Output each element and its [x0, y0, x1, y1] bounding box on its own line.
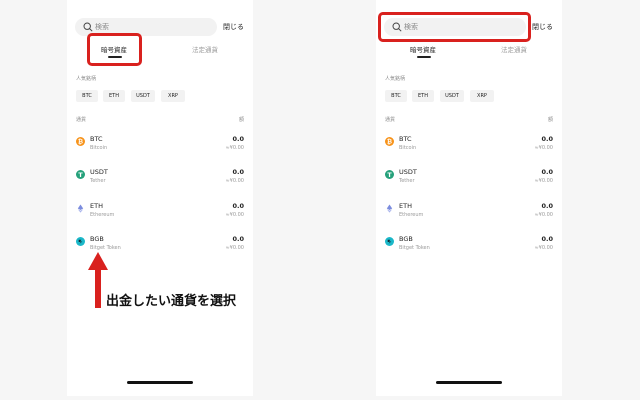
coin-fiat-value: ≈¥0.00: [534, 145, 553, 151]
coin-name: Bitcoin: [399, 145, 417, 151]
coin-name: Ethereum: [399, 212, 424, 218]
svg-text:₿: ₿: [387, 138, 392, 146]
bitcoin-icon: ₿: [385, 137, 394, 146]
coin-symbol: ETH: [90, 202, 103, 210]
coin-name: Bitcoin: [90, 145, 108, 151]
tether-icon: T: [385, 170, 394, 179]
coin-row-btc[interactable]: ₿ BTC Bitcoin 0.0 ≈¥0.00: [385, 135, 553, 155]
coin-symbol: BTC: [399, 135, 412, 143]
chip-btc[interactable]: BTC: [385, 90, 407, 102]
currency-column-label: 通貨: [385, 117, 396, 123]
svg-text:T: T: [387, 172, 392, 179]
list-header: 通貨 額: [76, 116, 244, 124]
coin-symbol: BGB: [399, 235, 413, 243]
tab-fiat[interactable]: 法定通貨: [192, 44, 218, 54]
coin-balance: 0.0: [541, 235, 553, 243]
coin-symbol: ETH: [399, 202, 412, 210]
coin-row-usdt[interactable]: T USDT Tether 0.0 ≈¥0.00: [385, 168, 553, 188]
home-indicator: [436, 381, 502, 384]
bitget-token-icon: [76, 237, 85, 246]
bitget-token-icon: [385, 237, 394, 246]
popular-label: 人気銘柄: [76, 76, 97, 82]
coin-symbol: USDT: [90, 168, 108, 176]
coin-fiat-value: ≈¥0.00: [534, 245, 553, 251]
up-arrow-icon: [88, 252, 108, 308]
close-button[interactable]: 閉じる: [223, 22, 244, 32]
chip-xrp[interactable]: XRP: [470, 90, 494, 102]
crypto-tab-highlight: [87, 33, 142, 66]
tab-crypto[interactable]: 暗号資産: [410, 44, 436, 54]
coin-name: Ethereum: [90, 212, 115, 218]
list-header: 通貨 額: [385, 116, 553, 124]
active-tab-indicator: [417, 56, 431, 58]
coin-symbol: USDT: [399, 168, 417, 176]
tether-icon: T: [76, 170, 85, 179]
chip-usdt[interactable]: USDT: [131, 90, 155, 102]
search-icon: [83, 22, 93, 32]
chip-eth[interactable]: ETH: [412, 90, 434, 102]
home-indicator: [127, 381, 193, 384]
coin-symbol: BGB: [90, 235, 104, 243]
bitcoin-icon: ₿: [76, 137, 85, 146]
ethereum-icon: [77, 204, 84, 213]
ethereum-icon: [386, 204, 393, 213]
coin-name: Bitget Token: [399, 245, 430, 251]
chip-eth[interactable]: ETH: [103, 90, 125, 102]
coin-row-btc[interactable]: ₿ BTC Bitcoin 0.0 ≈¥0.00: [76, 135, 244, 155]
coin-balance: 0.0: [232, 168, 244, 176]
close-button[interactable]: 閉じる: [532, 22, 553, 32]
coin-balance: 0.0: [541, 168, 553, 176]
phone-screen-right: 閉じる 暗号資産 法定通貨 人気銘柄 BTC ETH USDT XRP 通貨 額…: [376, 0, 562, 396]
coin-balance: 0.0: [232, 202, 244, 210]
chip-usdt[interactable]: USDT: [440, 90, 464, 102]
coin-fiat-value: ≈¥0.00: [534, 178, 553, 184]
svg-text:T: T: [78, 172, 83, 179]
tab-fiat[interactable]: 法定通貨: [501, 44, 527, 54]
coin-fiat-value: ≈¥0.00: [225, 145, 244, 151]
instruction-text: 出金したい通貨を選択: [106, 294, 237, 309]
coin-symbol: BTC: [90, 135, 103, 143]
amount-column-label: 額: [238, 117, 244, 123]
svg-text:₿: ₿: [78, 138, 83, 146]
coin-name: Tether: [90, 178, 106, 184]
coin-fiat-value: ≈¥0.00: [225, 178, 244, 184]
popular-label: 人気銘柄: [385, 76, 406, 82]
coin-row-eth[interactable]: ETH Ethereum 0.0 ≈¥0.00: [385, 202, 553, 222]
coin-row-eth[interactable]: ETH Ethereum 0.0 ≈¥0.00: [76, 202, 244, 222]
chip-btc[interactable]: BTC: [76, 90, 98, 102]
coin-name: Tether: [399, 178, 415, 184]
amount-column-label: 額: [547, 117, 553, 123]
coin-fiat-value: ≈¥0.00: [225, 212, 244, 218]
coin-row-bgb[interactable]: BGB Bitget Token 0.0 ≈¥0.00: [385, 235, 553, 255]
coin-fiat-value: ≈¥0.00: [225, 245, 244, 251]
coin-balance: 0.0: [232, 235, 244, 243]
coin-balance: 0.0: [232, 135, 244, 143]
coin-balance: 0.0: [541, 135, 553, 143]
currency-column-label: 通貨: [76, 117, 87, 123]
coin-fiat-value: ≈¥0.00: [534, 212, 553, 218]
asset-type-tabs: 暗号資産 法定通貨: [376, 42, 562, 62]
coin-name: Bitget Token: [90, 245, 121, 251]
search-box-highlight: [378, 12, 531, 42]
coin-row-usdt[interactable]: T USDT Tether 0.0 ≈¥0.00: [76, 168, 244, 188]
coin-balance: 0.0: [541, 202, 553, 210]
chip-xrp[interactable]: XRP: [161, 90, 185, 102]
